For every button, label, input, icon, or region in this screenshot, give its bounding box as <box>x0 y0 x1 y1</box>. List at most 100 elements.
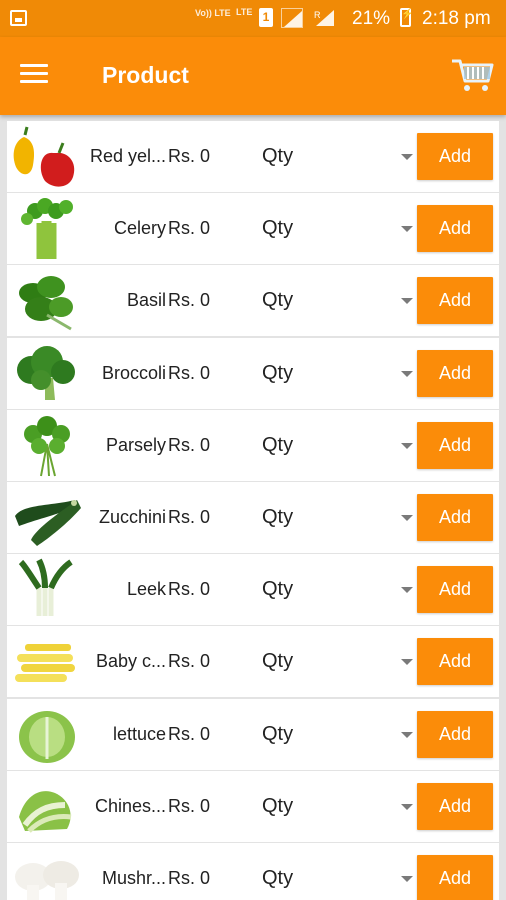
lettuce-image <box>11 703 83 767</box>
broccoli-image <box>11 342 83 406</box>
parsley-image <box>11 414 83 478</box>
product-price: Rs. 0 <box>168 795 211 816</box>
qty-label: Qty <box>262 217 294 240</box>
qty-label: Qty <box>262 650 294 673</box>
product-name: Broccoli <box>101 362 166 383</box>
add-button[interactable]: Add <box>417 277 493 325</box>
leek-image <box>11 558 83 622</box>
page-title: Product <box>102 62 189 88</box>
qty-dropdown[interactable]: Qty <box>259 857 415 900</box>
volte-indicator: Vo)) LTE <box>195 8 231 18</box>
product-row: Broccoli Rs. 0 Qty Add <box>7 337 499 409</box>
product-price: Rs. 0 <box>168 146 211 166</box>
product-price: Rs. 0 <box>168 218 211 239</box>
add-button[interactable]: Add <box>417 133 493 180</box>
app-bar: Product <box>0 37 506 115</box>
qty-dropdown[interactable]: Qty <box>259 785 415 829</box>
product-price: Rs. 0 <box>168 579 211 600</box>
battery-icon <box>400 8 413 27</box>
product-name: lettuce <box>112 723 166 744</box>
qty-dropdown[interactable]: Qty <box>259 424 415 468</box>
add-button[interactable]: Add <box>417 493 493 541</box>
qty-dropdown[interactable]: Qty <box>259 352 415 396</box>
dropdown-arrow-icon <box>401 514 413 521</box>
dropdown-arrow-icon <box>401 226 413 233</box>
product-row: Celery Rs. 0 Qty Add <box>7 193 499 265</box>
product-price: Rs. 0 <box>168 651 211 672</box>
product-price: Rs. 0 <box>168 290 211 311</box>
product-name: Basil <box>126 290 166 311</box>
dropdown-arrow-icon <box>401 154 413 160</box>
dropdown-arrow-icon <box>401 370 413 377</box>
baby-corn-image <box>11 630 83 694</box>
add-button[interactable]: Add <box>417 854 493 900</box>
product-price: Rs. 0 <box>168 506 211 527</box>
qty-dropdown[interactable]: Qty <box>259 135 415 179</box>
zucchini-image <box>11 486 83 550</box>
celery-image <box>11 197 83 261</box>
dropdown-arrow-icon <box>401 442 413 449</box>
qty-label: Qty <box>262 433 294 456</box>
product-row: Basil Rs. 0 Qty Add <box>7 265 499 337</box>
product-row: Red yel... Rs. 0 Qty Add <box>7 121 499 192</box>
product-row: Mushr... Rs. 0 Qty Add <box>7 842 499 900</box>
status-time: 2:18 pm <box>422 8 491 29</box>
qty-dropdown[interactable]: Qty <box>259 496 415 540</box>
chinese-cabbage-image <box>11 775 83 839</box>
mushroom-image <box>11 847 83 900</box>
sim-indicator: 1 <box>259 8 273 27</box>
lte-indicator: LTE <box>236 7 253 17</box>
qty-dropdown[interactable]: Qty <box>259 713 415 757</box>
qty-label: Qty <box>262 289 294 312</box>
product-price: Rs. 0 <box>168 867 211 888</box>
qty-label: Qty <box>262 578 294 601</box>
add-button[interactable]: Add <box>417 782 493 830</box>
add-button[interactable]: Add <box>417 205 493 253</box>
qty-label: Qty <box>262 361 294 384</box>
dropdown-arrow-icon <box>401 803 413 810</box>
product-row: Parsely Rs. 0 Qty Add <box>7 409 499 481</box>
qty-label: Qty <box>262 722 294 745</box>
gallery-icon <box>10 10 27 26</box>
basil-image <box>11 269 83 333</box>
add-button[interactable]: Add <box>417 710 493 758</box>
battery-percentage: 21% <box>352 8 391 29</box>
product-name: Red yel... <box>89 146 166 166</box>
status-bar: Vo)) LTE LTE 1 R 21% 2:18 pm <box>0 0 506 37</box>
hamburger-menu-icon[interactable] <box>20 64 48 86</box>
add-button[interactable]: Add <box>417 421 493 469</box>
product-name: Leek <box>126 579 166 600</box>
bell-pepper-image <box>11 125 83 189</box>
add-button[interactable]: Add <box>417 638 493 686</box>
add-button[interactable]: Add <box>417 349 493 397</box>
dropdown-arrow-icon <box>401 875 413 882</box>
qty-label: Qty <box>262 794 294 817</box>
product-price: Rs. 0 <box>168 434 211 455</box>
product-list: Red yel... Rs. 0 Qty Add Celery Rs. 0 Qty Add Ba… <box>7 121 499 900</box>
qty-dropdown[interactable]: Qty <box>259 640 415 684</box>
signal-label: R <box>314 10 321 20</box>
product-name: Celery <box>113 218 166 239</box>
product-name: Baby c... <box>95 651 166 672</box>
dropdown-arrow-icon <box>401 587 413 594</box>
qty-dropdown[interactable]: Qty <box>259 279 415 323</box>
qty-label: Qty <box>262 505 294 528</box>
product-name: Chines... <box>94 795 166 816</box>
product-row: Zucchini Rs. 0 Qty Add <box>7 481 499 553</box>
product-row: lettuce Rs. 0 Qty Add <box>7 698 499 770</box>
signal-icon <box>281 8 303 28</box>
qty-dropdown[interactable]: Qty <box>259 207 415 251</box>
product-name: Parsely <box>105 434 166 455</box>
dropdown-arrow-icon <box>401 298 413 305</box>
shopping-cart-icon[interactable] <box>448 51 496 99</box>
dropdown-arrow-icon <box>401 731 413 738</box>
add-button[interactable]: Add <box>417 566 493 614</box>
product-row: Chines... Rs. 0 Qty Add <box>7 770 499 842</box>
qty-dropdown[interactable]: Qty <box>259 568 415 612</box>
product-name: Mushr... <box>101 867 166 888</box>
product-price: Rs. 0 <box>168 723 211 744</box>
dropdown-arrow-icon <box>401 659 413 666</box>
qty-label: Qty <box>262 145 294 167</box>
product-row: Baby c... Rs. 0 Qty Add <box>7 626 499 698</box>
product-price: Rs. 0 <box>168 362 211 383</box>
